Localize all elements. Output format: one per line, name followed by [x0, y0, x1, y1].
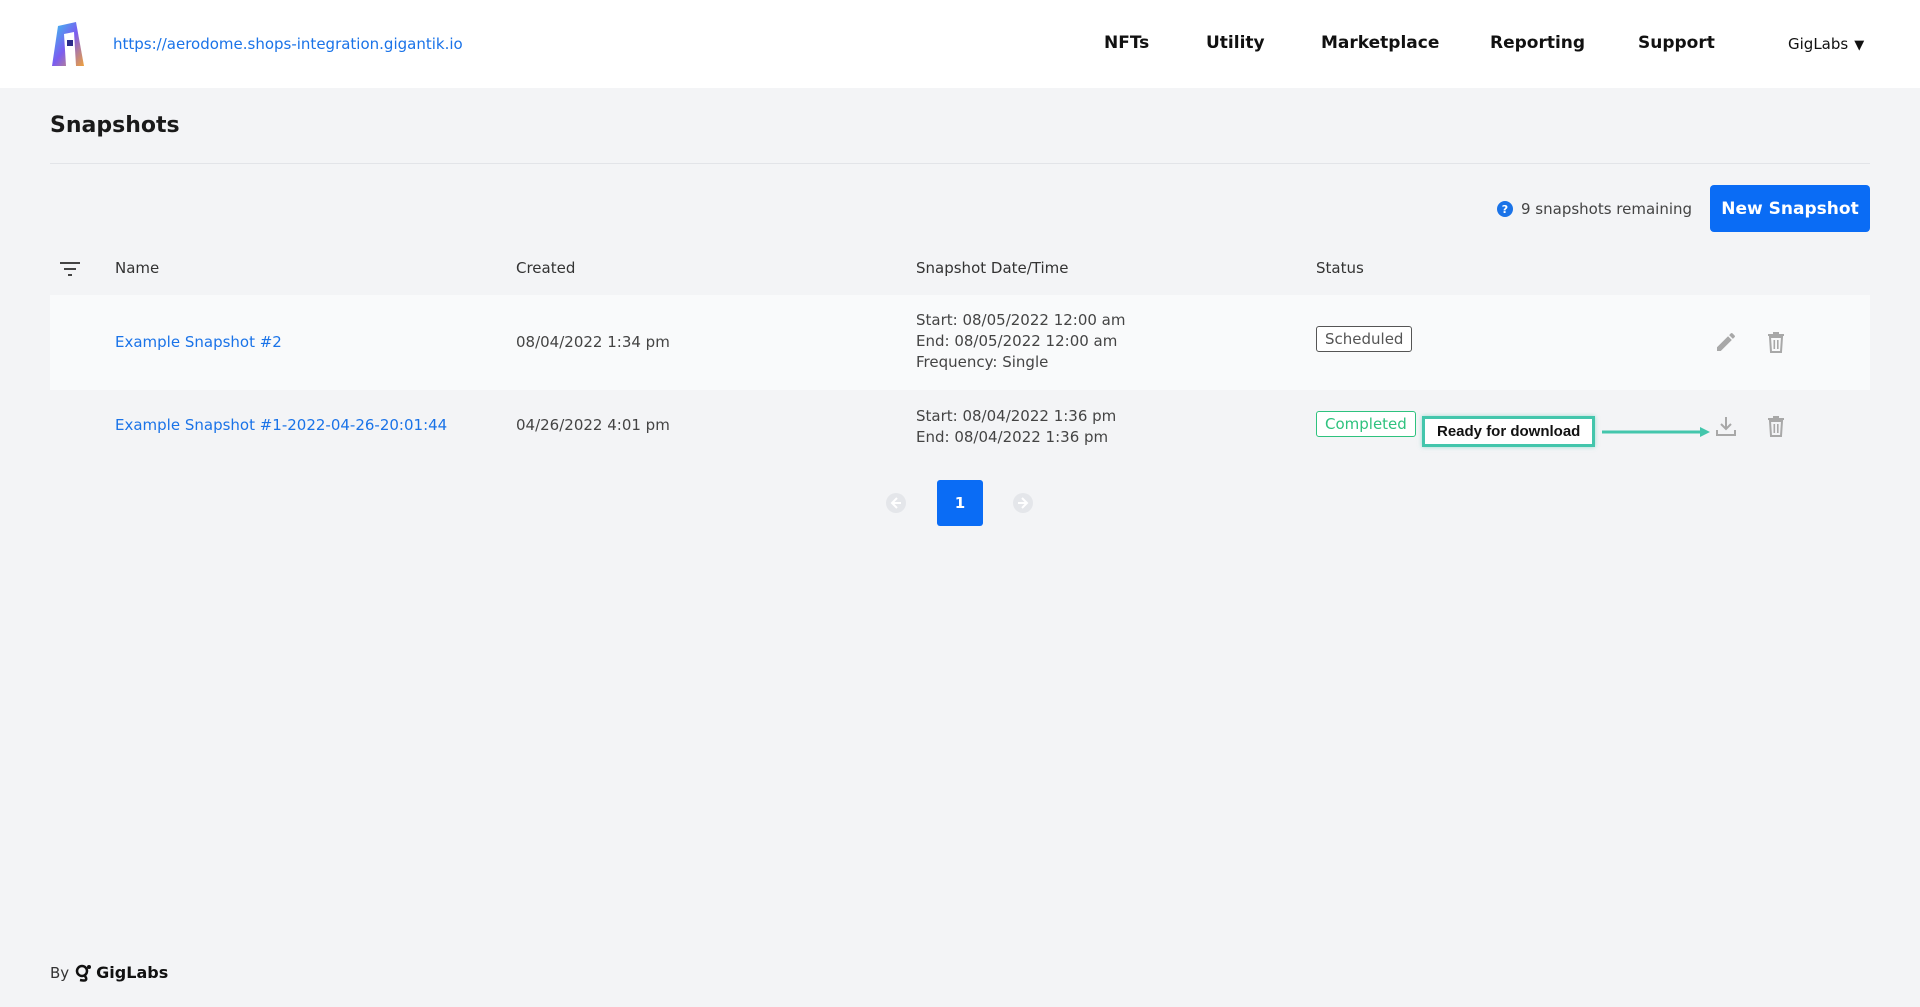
table-row: Example Snapshot #1-2022-04-26-20:01:44 … [50, 390, 1870, 460]
annotation-callout: Ready for download [1422, 416, 1596, 447]
help-icon[interactable]: ? [1497, 201, 1513, 217]
column-header-name[interactable]: Name [115, 259, 159, 277]
remaining-text: 9 snapshots remaining [1521, 200, 1693, 218]
column-header-status[interactable]: Status [1316, 259, 1364, 277]
snapshot-name-link[interactable]: Example Snapshot #2 [115, 332, 282, 353]
snapshot-name-link[interactable]: Example Snapshot #1-2022-04-26-20:01:44 [115, 415, 447, 436]
caret-down-icon: ▼ [1854, 38, 1865, 53]
footer-by-text: By [50, 963, 70, 982]
status-badge: Scheduled [1316, 326, 1413, 352]
nav-item-marketplace[interactable]: Marketplace [1321, 33, 1439, 53]
snapshot-datetime: Start: 08/04/2022 1:36 pm End: 08/04/202… [916, 406, 1116, 448]
snapshot-frequency: Frequency: Single [916, 353, 1049, 371]
main-nav: NFTs Utility Marketplace Reporting Suppo… [0, 33, 1920, 57]
download-icon[interactable] [1714, 414, 1738, 438]
created-date: 08/04/2022 1:34 pm [516, 333, 670, 351]
snapshot-start: Start: 08/04/2022 1:36 pm [916, 407, 1117, 425]
table-row: Example Snapshot #2 08/04/2022 1:34 pm S… [50, 295, 1870, 390]
snapshot-end: End: 08/04/2022 1:36 pm [916, 428, 1109, 446]
nav-item-support[interactable]: Support [1638, 33, 1715, 53]
column-header-created[interactable]: Created [516, 259, 575, 277]
top-navbar: https://aerodome.shops-integration.gigan… [0, 0, 1920, 88]
page-title: Snapshots [50, 113, 180, 138]
filter-icon[interactable] [60, 260, 80, 278]
next-page-icon[interactable] [1012, 492, 1034, 514]
column-header-snapshot-datetime[interactable]: Snapshot Date/Time [916, 259, 1069, 277]
giglabs-logo-icon [75, 964, 92, 982]
previous-page-icon[interactable] [885, 492, 907, 514]
nav-item-utility[interactable]: Utility [1206, 33, 1265, 53]
footer-brand[interactable]: GigLabs [96, 963, 168, 982]
created-date: 04/26/2022 4:01 pm [516, 416, 670, 434]
arrow-right-icon [1602, 427, 1710, 437]
edit-icon[interactable] [1714, 330, 1738, 354]
new-snapshot-button[interactable]: New Snapshot [1710, 185, 1870, 232]
trash-icon[interactable] [1764, 414, 1788, 438]
snapshots-remaining: ? 9 snapshots remaining [1497, 198, 1692, 220]
account-menu[interactable]: GigLabs ▼ [1788, 35, 1864, 53]
account-name: GigLabs [1788, 35, 1849, 53]
snapshot-start: Start: 08/05/2022 12:00 am [916, 311, 1126, 329]
snapshot-datetime: Start: 08/05/2022 12:00 am End: 08/05/20… [916, 310, 1126, 373]
status-badge: Completed [1316, 411, 1416, 437]
page-button-current[interactable]: 1 [937, 480, 983, 526]
nav-item-reporting[interactable]: Reporting [1490, 33, 1585, 53]
trash-icon[interactable] [1764, 330, 1788, 354]
nav-item-nfts[interactable]: NFTs [1104, 33, 1149, 53]
footer-credit: By GigLabs [50, 963, 168, 982]
snapshot-end: End: 08/05/2022 12:00 am [916, 332, 1118, 350]
title-divider [50, 163, 1870, 164]
